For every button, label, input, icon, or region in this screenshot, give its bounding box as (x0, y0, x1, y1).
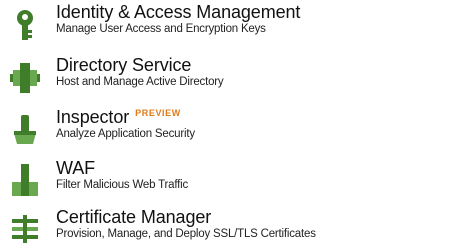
service-description: Host and Manage Active Directory (56, 76, 224, 88)
key-icon (10, 8, 40, 42)
service-item-inspector[interactable]: Inspector PREVIEW Analyze Application Sec… (0, 107, 457, 155)
service-name[interactable]: Directory Service (56, 55, 191, 75)
service-item-certificate-manager[interactable]: Certificate Manager Provision, Manage, a… (0, 207, 457, 250)
service-name[interactable]: Identity & Access Management (56, 2, 300, 22)
preview-badge: PREVIEW (135, 108, 181, 118)
service-description: Analyze Application Security (56, 128, 195, 140)
service-description: Manage User Access and Encryption Keys (56, 23, 266, 35)
waf-icon (10, 164, 40, 198)
certificate-icon (10, 213, 40, 247)
service-name[interactable]: Inspector (56, 107, 129, 127)
service-name[interactable]: Certificate Manager (56, 207, 211, 227)
directory-icon (10, 61, 40, 95)
inspector-icon (10, 113, 40, 147)
service-description: Filter Malicious Web Traffic (56, 179, 189, 191)
service-item-iam[interactable]: Identity & Access Management Manage User… (0, 2, 457, 50)
service-name[interactable]: WAF (56, 158, 95, 178)
service-description: Provision, Manage, and Deploy SSL/TLS Ce… (56, 228, 316, 240)
service-item-waf[interactable]: WAF Filter Malicious Web Traffic (0, 158, 457, 206)
service-item-directory-service[interactable]: Directory Service Host and Manage Active… (0, 55, 457, 103)
security-services-list: Identity & Access Management Manage User… (0, 0, 457, 250)
